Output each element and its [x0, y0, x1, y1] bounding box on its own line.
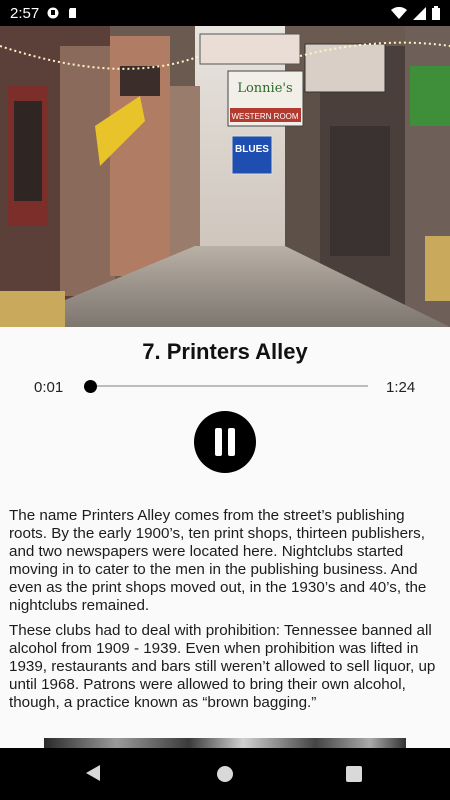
wifi-icon — [391, 6, 407, 19]
content-area: 7. Printers Alley 0:01 1:24 The name Pri… — [0, 327, 450, 748]
hero-image: Lonnie's WESTERN ROOM BLUES — [0, 26, 450, 327]
sd-card-icon — [69, 8, 77, 18]
navigation-bar — [0, 748, 450, 800]
current-time: 0:01 — [34, 379, 64, 396]
recents-icon[interactable] — [346, 766, 362, 782]
total-time: 1:24 — [386, 379, 416, 396]
status-time: 2:57 — [10, 4, 40, 22]
signal-icon — [413, 6, 426, 20]
battery-icon — [432, 6, 440, 20]
description-paragraph: These clubs had to deal with prohibition… — [9, 622, 436, 711]
sign-blues: BLUES — [235, 144, 269, 155]
pause-icon — [215, 428, 222, 456]
notification-icon — [47, 7, 59, 19]
back-icon[interactable] — [86, 765, 100, 781]
pause-icon — [228, 428, 235, 456]
description-paragraph: The name Printers Alley comes from the s… — [9, 507, 427, 614]
sign-western-room: WESTERN ROOM — [231, 112, 298, 121]
archival-photo — [44, 738, 406, 748]
pause-button[interactable] — [194, 411, 256, 473]
home-icon[interactable] — [217, 766, 233, 782]
status-bar: 2:57 — [0, 0, 450, 26]
alley-photo: Lonnie's WESTERN ROOM BLUES — [0, 26, 450, 327]
seek-thumb[interactable] — [83, 380, 97, 393]
sign-lonnies: Lonnie's — [237, 81, 292, 96]
track-title: 7. Printers Alley — [142, 339, 308, 364]
seek-bar[interactable] — [87, 385, 368, 387]
